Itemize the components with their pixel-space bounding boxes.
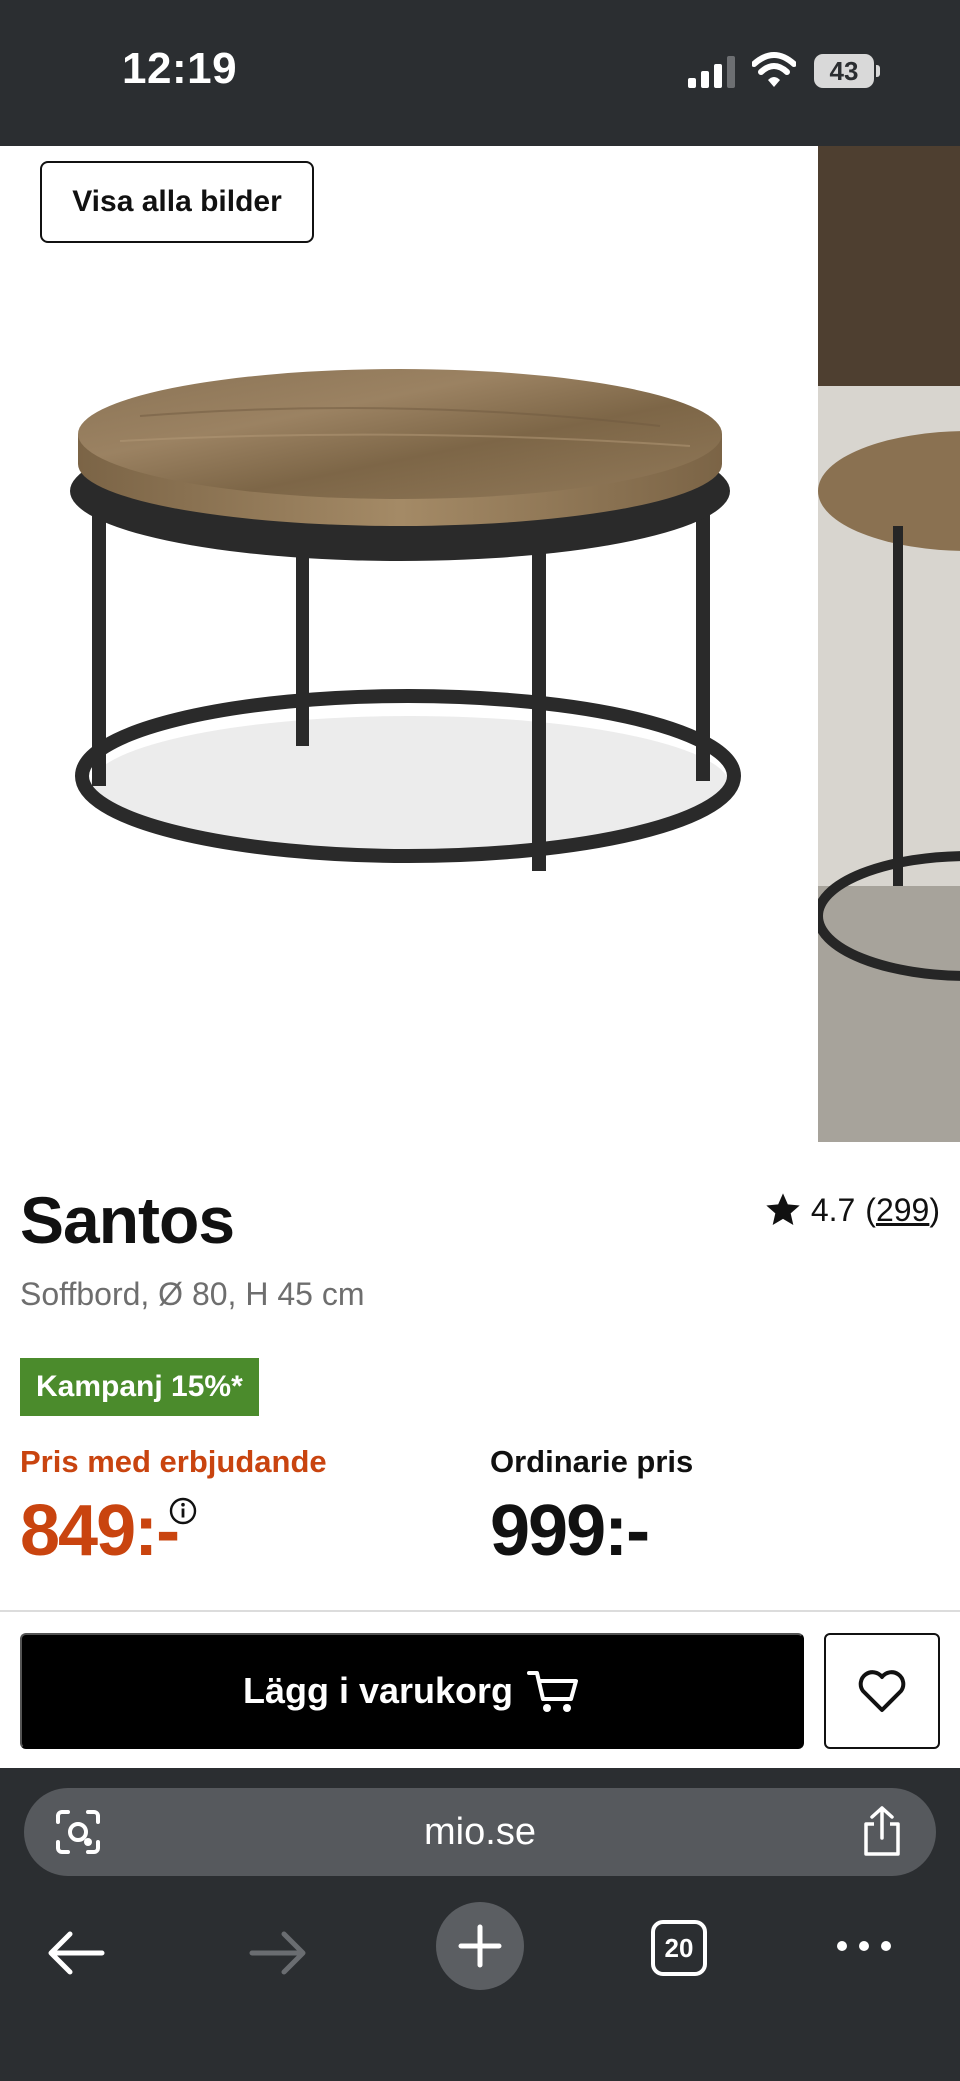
lifestyle-photo-illustration (818, 146, 960, 1142)
plus-icon (458, 1924, 502, 1968)
share-icon[interactable] (858, 1804, 906, 1858)
product-title: Santos (20, 1183, 235, 1257)
battery-level: 43 (814, 54, 874, 88)
visual-search-icon[interactable] (52, 1806, 104, 1858)
review-count-link[interactable]: 299 (876, 1192, 929, 1229)
cart-icon (527, 1671, 579, 1712)
info-icon[interactable] (168, 1496, 198, 1526)
battery-tip (876, 65, 880, 77)
rating-paren-close: ) (929, 1191, 940, 1228)
add-to-cart-label: Lägg i varukorg (242, 1670, 514, 1711)
new-tab-button[interactable] (436, 1902, 524, 1990)
product-rating[interactable]: 4.7 ( 299 ) (763, 1190, 940, 1230)
wifi-icon (752, 52, 796, 87)
url-text[interactable]: mio.se (24, 1788, 936, 1876)
star-icon (766, 1193, 800, 1225)
heart-icon (858, 1670, 906, 1712)
address-bar[interactable]: mio.se (24, 1788, 936, 1876)
product-gallery[interactable]: Visa alla bilder (0, 146, 960, 1142)
regular-price: 999:- (490, 1491, 650, 1571)
product-subtitle: Soffbord, Ø 80, H 45 cm (20, 1276, 365, 1312)
wishlist-button[interactable] (824, 1633, 940, 1749)
tabs-overview-button[interactable]: 20 (651, 1920, 707, 1976)
product-image-next[interactable] (818, 146, 960, 1142)
offer-price: 849:- (20, 1491, 180, 1571)
rating-score: 4.7 (810, 1191, 856, 1228)
regular-price-label: Ordinarie pris (490, 1444, 694, 1479)
more-options-icon[interactable] (834, 1934, 894, 1958)
divider (0, 1610, 960, 1612)
product-image-main[interactable] (0, 146, 818, 1142)
battery-indicator: 43 (814, 54, 880, 88)
rating-paren-open: ( (865, 1191, 876, 1228)
browser-toolbar: mio.se 20 (0, 1768, 960, 2081)
view-all-images-button[interactable]: Visa alla bilder (40, 161, 314, 243)
back-arrow-icon[interactable] (46, 1928, 106, 1978)
offer-price-label: Pris med erbjudande (20, 1444, 327, 1479)
add-to-cart-button[interactable]: Lägg i varukorg (20, 1633, 804, 1749)
coffee-table-illustration (70, 369, 741, 871)
status-time: 12:19 (122, 44, 238, 93)
forward-arrow-icon[interactable] (248, 1928, 308, 1978)
status-bar: 12:19 43 (0, 0, 960, 146)
campaign-badge: Kampanj 15%* (20, 1358, 259, 1416)
cellular-signal-icon (688, 56, 735, 88)
